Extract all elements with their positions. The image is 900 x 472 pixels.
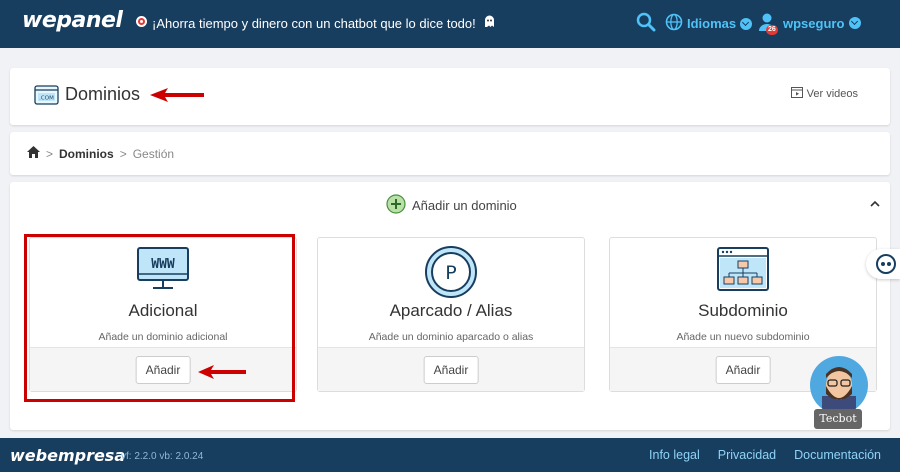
breadcrumb-dominios[interactable]: Dominios bbox=[59, 147, 114, 161]
tecbot-avatar[interactable] bbox=[810, 356, 868, 414]
videos-link[interactable]: Ver videos bbox=[790, 87, 858, 101]
footer: webempresa vf: 2.2.0 vb: 2.0.24 Info leg… bbox=[0, 438, 900, 472]
domain-icon: .COM bbox=[34, 85, 59, 109]
home-icon[interactable] bbox=[27, 146, 40, 161]
chevron-down-icon bbox=[740, 17, 753, 30]
sitemap-window-icon bbox=[716, 246, 770, 296]
svg-text:.COM: .COM bbox=[39, 96, 54, 102]
chevron-up-icon[interactable] bbox=[870, 194, 880, 207]
notification-badge: 26 bbox=[766, 25, 778, 35]
breadcrumb-separator: > bbox=[119, 146, 127, 161]
user-menu[interactable]: 26 wpseguro bbox=[758, 12, 862, 35]
ghost-icon bbox=[483, 15, 496, 31]
side-chat-tab[interactable] bbox=[866, 249, 900, 279]
user-icon: 26 bbox=[758, 12, 778, 35]
option-aparcado: P Aparcado / Alias Añade un dominio apar… bbox=[317, 237, 585, 392]
option-title: Subdominio bbox=[698, 301, 788, 320]
promo-text: ¡Ahorra tiempo y dinero con un chatbot q… bbox=[152, 16, 476, 31]
add-icon bbox=[386, 194, 406, 217]
bot-face-icon bbox=[876, 254, 896, 278]
footer-link-info-legal[interactable]: Info legal bbox=[649, 448, 700, 462]
breadcrumb-separator: > bbox=[46, 146, 54, 161]
add-aparcado-button[interactable]: Añadir bbox=[423, 356, 479, 384]
breadcrumb: > Dominios > Gestión bbox=[27, 146, 174, 161]
languages-menu[interactable]: Idiomas bbox=[665, 13, 753, 34]
video-icon bbox=[790, 87, 803, 101]
page-title: Dominios bbox=[65, 84, 141, 104]
option-description: Añade un nuevo subdominio bbox=[676, 331, 810, 343]
footer-link-privacidad[interactable]: Privacidad bbox=[718, 448, 776, 462]
promo-banner[interactable]: ¡Ahorra tiempo y dinero con un chatbot q… bbox=[135, 15, 500, 31]
languages-label: Idiomas bbox=[687, 16, 737, 31]
parking-letter: P bbox=[445, 262, 456, 284]
add-subdominio-button[interactable]: Añadir bbox=[715, 356, 771, 384]
footer-link-documentacion[interactable]: Documentación bbox=[794, 448, 881, 462]
option-description: Añade un dominio aparcado o alias bbox=[368, 331, 534, 343]
version-text: vf: 2.2.0 vb: 2.0.24 bbox=[121, 451, 204, 462]
annotation-arrow bbox=[150, 87, 204, 106]
breadcrumb-card: > Dominios > Gestión bbox=[10, 132, 890, 175]
option-footer: Añadir bbox=[318, 347, 584, 391]
page-header-card: .COM Dominios Ver videos bbox=[10, 68, 890, 125]
target-icon bbox=[135, 15, 148, 31]
breadcrumb-gestion: Gestión bbox=[132, 146, 175, 161]
webempresa-logo[interactable]: webempresa bbox=[10, 446, 125, 465]
search-icon[interactable] bbox=[636, 12, 656, 32]
add-domain-header[interactable]: Añadir un dominio bbox=[386, 194, 517, 217]
footer-links: Info legal Privacidad Documentación bbox=[649, 448, 881, 462]
annotation-arrow bbox=[198, 364, 246, 383]
globe-icon bbox=[665, 13, 683, 34]
tecbot-label[interactable]: Tecbot bbox=[814, 409, 862, 429]
videos-label: Ver videos bbox=[806, 88, 858, 100]
option-title: Aparcado / Alias bbox=[389, 301, 513, 320]
wepanel-logo[interactable]: wepanel bbox=[22, 8, 123, 33]
parking-icon: P bbox=[424, 246, 478, 304]
chevron-down-icon bbox=[849, 17, 862, 29]
highlight-box bbox=[24, 234, 295, 402]
add-domain-label: Añadir un dominio bbox=[412, 198, 517, 213]
user-label: wpseguro bbox=[783, 15, 845, 31]
top-navbar: wepanel ¡Ahorra tiempo y dinero con un c… bbox=[0, 0, 900, 48]
